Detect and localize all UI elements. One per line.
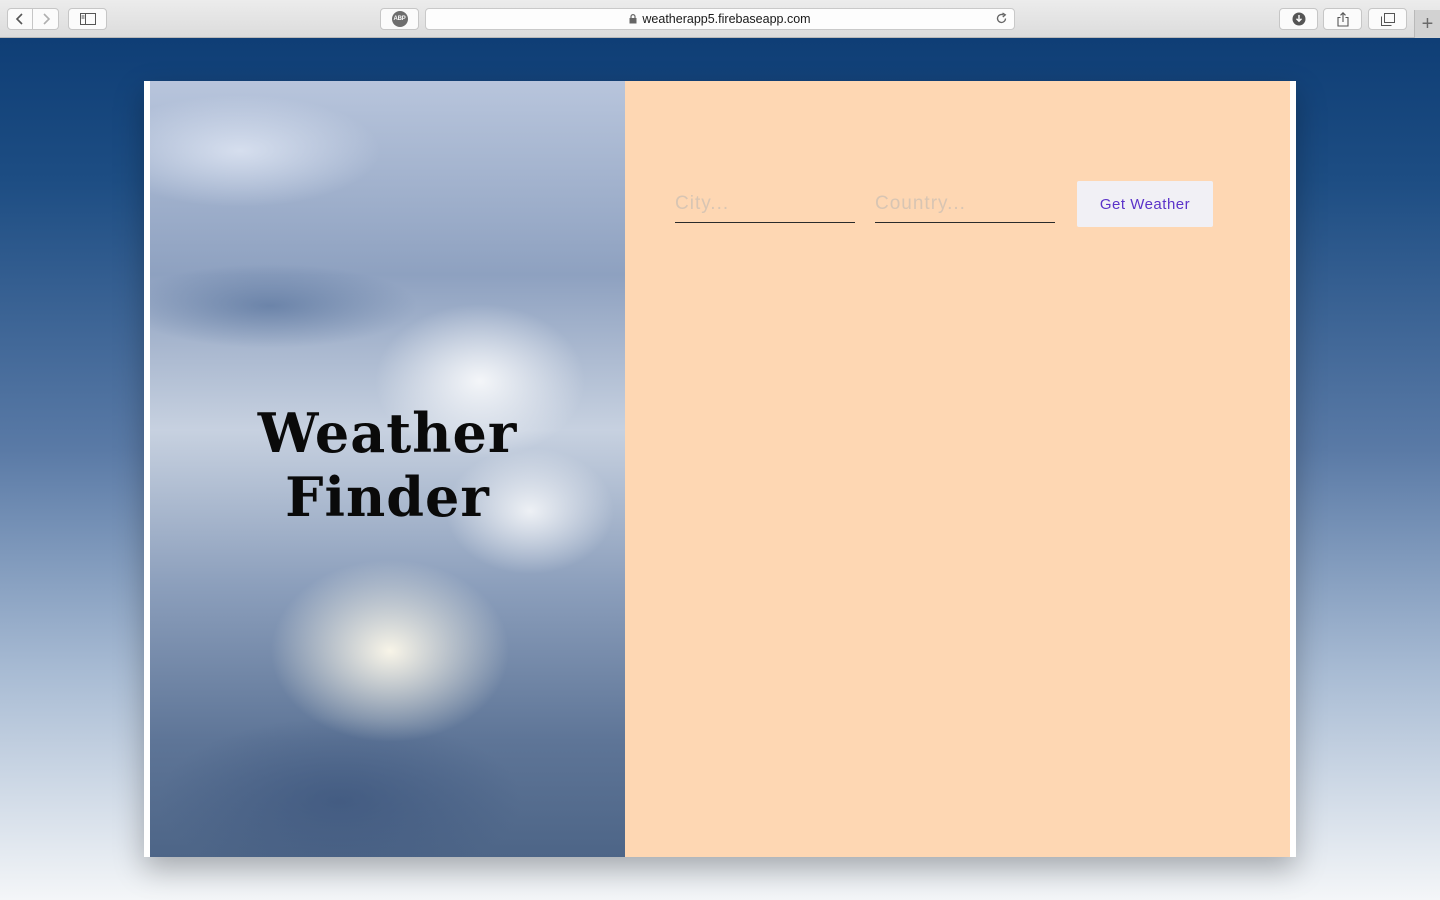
adblock-button[interactable]: ABP xyxy=(380,8,419,30)
downloads-button[interactable] xyxy=(1279,8,1318,30)
chevron-right-icon xyxy=(42,13,50,25)
city-input[interactable] xyxy=(675,185,855,223)
address-bar[interactable]: weatherapp5.firebaseapp.com xyxy=(425,8,1015,30)
back-button[interactable] xyxy=(7,8,33,30)
form-panel: Get Weather xyxy=(625,81,1290,857)
share-icon xyxy=(1336,11,1349,27)
sidebar-icon xyxy=(79,13,96,25)
browser-toolbar: ABP weatherapp5.firebaseapp.com + xyxy=(0,0,1440,38)
clouds-hero-image: Weather Finder xyxy=(150,81,625,857)
url-text: weatherapp5.firebaseapp.com xyxy=(642,12,811,26)
share-button[interactable] xyxy=(1323,8,1362,30)
new-tab-button[interactable]: + xyxy=(1414,10,1440,38)
get-weather-button[interactable]: Get Weather xyxy=(1077,181,1213,227)
plus-icon: + xyxy=(1421,13,1434,35)
country-input[interactable] xyxy=(875,185,1055,223)
chevron-left-icon xyxy=(15,13,23,25)
lock-icon xyxy=(629,14,637,24)
weather-card: Weather Finder Get Weather xyxy=(144,81,1296,857)
adblock-icon: ABP xyxy=(391,11,408,27)
sidebar-button[interactable] xyxy=(68,8,107,30)
navigation-buttons xyxy=(7,8,59,30)
reload-icon[interactable] xyxy=(995,12,1008,25)
forward-button[interactable] xyxy=(33,8,59,30)
tabs-icon xyxy=(1380,12,1395,26)
page-title: Weather Finder xyxy=(257,401,518,529)
download-icon xyxy=(1292,12,1305,26)
tab-overview-button[interactable] xyxy=(1368,8,1407,30)
